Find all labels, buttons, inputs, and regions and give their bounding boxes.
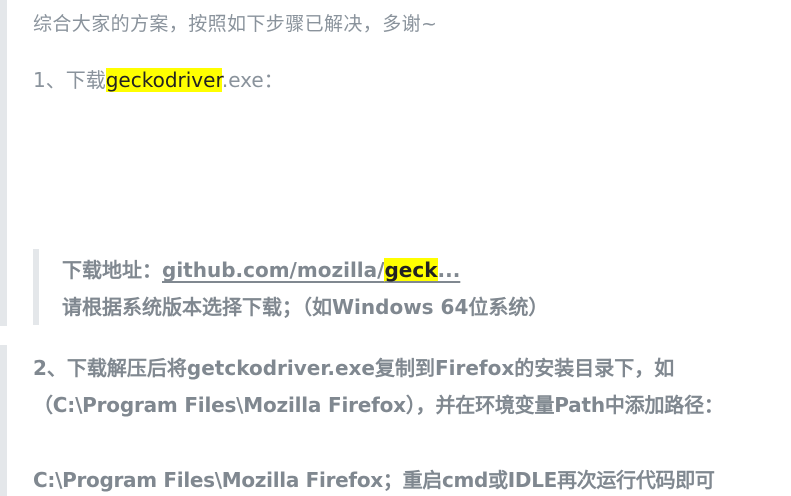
download-link-highlight: geck [384, 258, 438, 282]
download-label: 下载地址： [62, 258, 162, 282]
nested-blockquote-border [33, 249, 39, 325]
blockquote-border [0, 0, 7, 326]
download-line: 下载地址：github.com/mozilla/geck... [62, 256, 460, 284]
step2-line2: （C:\Program Files\Mozilla Firefox），并在环境变… [33, 393, 724, 417]
step1-prefix: 1、下载 [33, 68, 106, 92]
step1-text: 1、下载geckodriver.exe： [33, 66, 284, 94]
step1-suffix: .exe： [221, 68, 284, 92]
download-note: 请根据系统版本选择下载；（如Windows 64位系统） [62, 295, 549, 319]
blockquote-border [0, 345, 7, 496]
step2-line1: 2、下载解压后将getckodriver.exe复制到Firefox的安装目录下… [33, 356, 675, 380]
download-link-text: github.com/mozilla/ [162, 258, 385, 282]
step2-line3: C:\Program Files\Mozilla Firefox；重启cmd或I… [33, 468, 715, 492]
intro-text: 综合大家的方案，按照如下步骤已解决，多谢~ [33, 13, 438, 35]
download-link-ellipsis: ... [437, 258, 461, 282]
step1-highlight: geckodriver [105, 68, 222, 92]
download-link[interactable]: github.com/mozilla/geck... [162, 258, 460, 282]
